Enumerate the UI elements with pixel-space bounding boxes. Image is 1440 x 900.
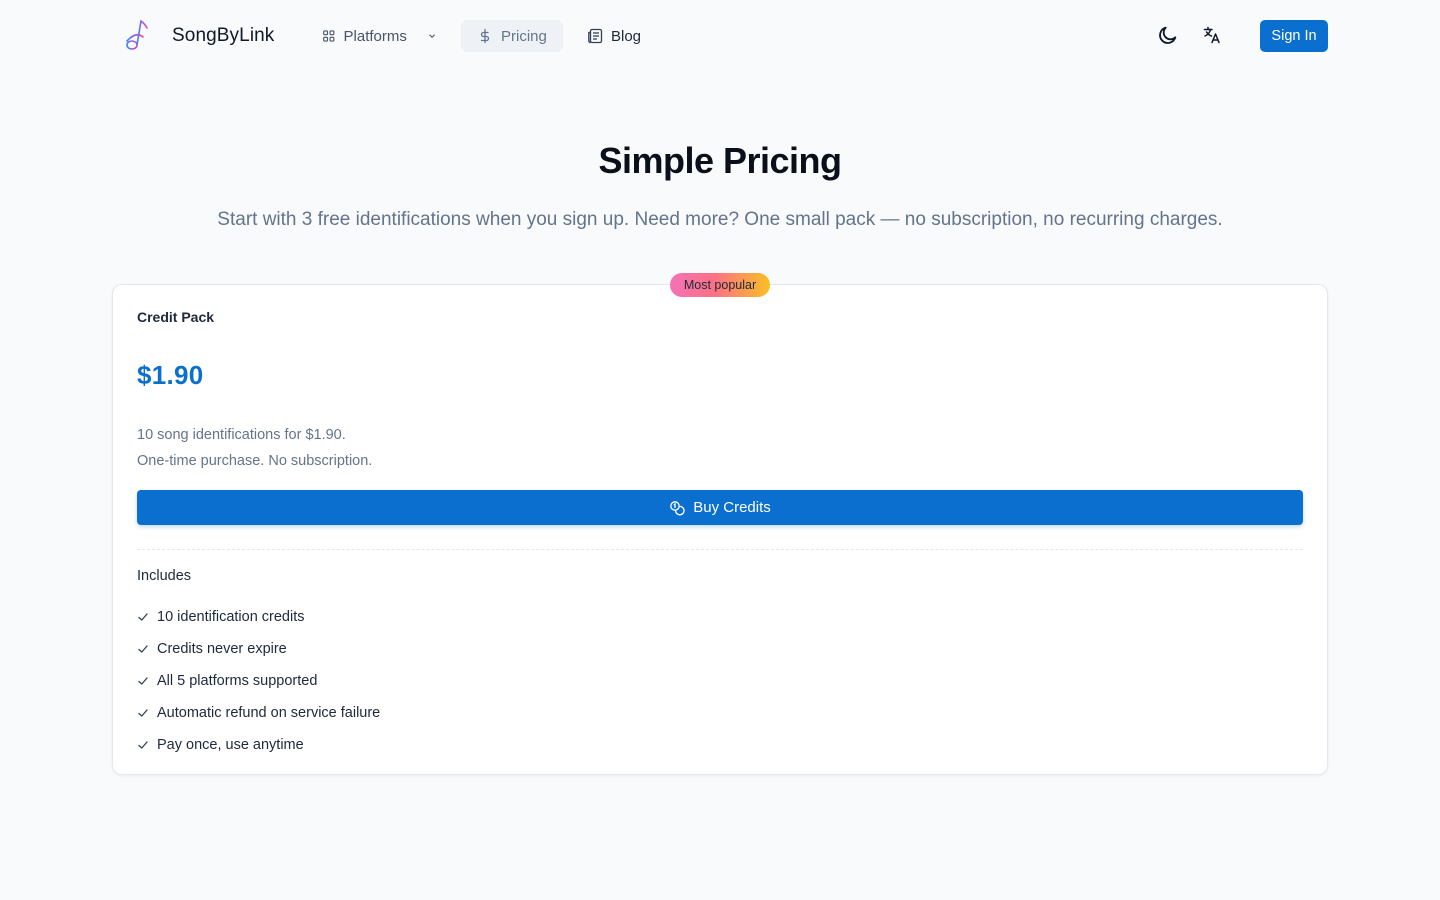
feature-text: Automatic refund on service failure [157,705,381,721]
music-note-logo-icon [113,19,159,50]
moon-icon [1159,26,1177,44]
check-icon [138,645,148,653]
logo[interactable]: SongByLink [112,17,274,55]
check-icon [138,709,148,717]
logo-text: SongByLink [172,25,275,46]
chevron-down-icon [429,34,435,39]
most-popular-badge: Most popular [670,273,770,297]
feature-text: All 5 platforms supported [157,673,318,689]
plan-description-line-1: 10 song identifications for $1.90. [137,427,346,443]
divider [137,549,1303,550]
plan-description: 10 song identifications for $1.90. One-t… [137,422,372,474]
feature-item: Automatic refund on service failure [137,697,380,729]
features-list: 10 identification credits Credits never … [137,601,380,761]
feature-item: 10 identification credits [137,601,380,633]
plan-description-line-2: One-time purchase. No subscription. [137,453,373,469]
buy-credits-button[interactable]: Buy Credits [137,490,1303,525]
feature-text: Credits never expire [157,641,287,657]
check-icon [138,741,148,749]
pricing-card: Credit Pack $1.90 10 song identification… [112,284,1328,775]
feature-text: Pay once, use anytime [157,737,304,753]
feature-text: 10 identification credits [157,609,305,625]
theme-toggle-button[interactable] [1155,22,1181,48]
check-icon [138,613,148,621]
nav-pricing-label: Pricing [501,27,547,45]
plan-price: $1.90 [137,360,204,390]
buy-credits-label: Buy Credits [693,499,771,516]
nav-blog-label: Blog [611,27,642,45]
plan-name: Credit Pack [137,309,215,325]
feature-item: Pay once, use anytime [137,729,380,761]
site-header: SongByLink Platforms Pricing Blog Sign I… [0,0,1440,72]
nav-blog[interactable]: Blog [575,20,653,52]
includes-heading: Includes [137,568,192,584]
newspaper-icon [588,28,603,44]
page-title: Simple Pricing [598,140,842,181]
nav-pricing[interactable]: Pricing [461,20,563,52]
nav-platforms[interactable]: Platforms [310,20,449,52]
check-icon [138,677,148,685]
translate-icon [1203,26,1220,44]
sign-in-button[interactable]: Sign In [1260,20,1328,52]
language-button[interactable] [1199,22,1225,48]
feature-item: All 5 platforms supported [137,665,380,697]
feature-item: Credits never expire [137,633,380,665]
page-subtitle: Start with 3 free identifications when y… [217,209,1223,230]
nav-platforms-label: Platforms [343,27,407,45]
main-nav: Platforms Pricing Blog [310,20,653,52]
coins-icon [670,500,685,515]
grid-icon [323,30,335,42]
dollar-icon [480,28,490,44]
